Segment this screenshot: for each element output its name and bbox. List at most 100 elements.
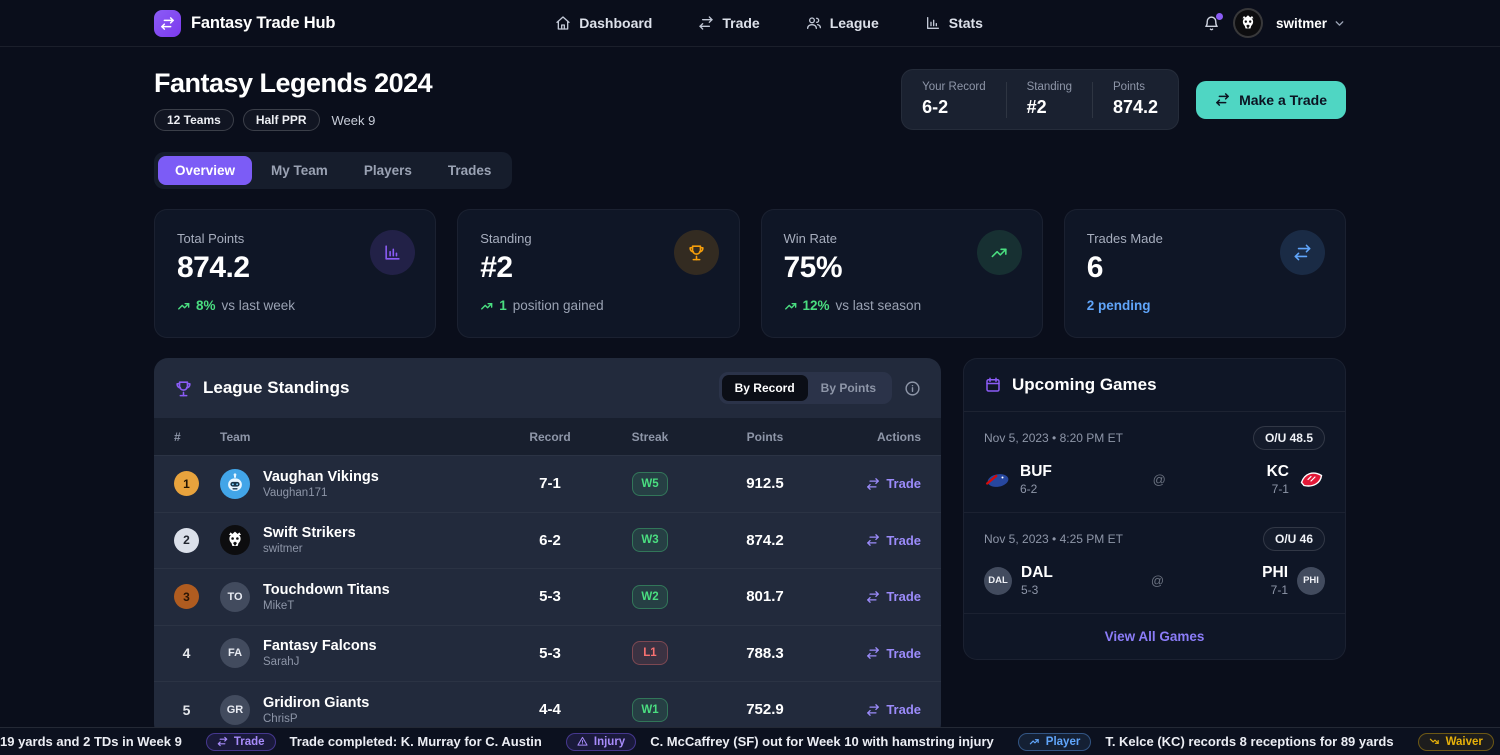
over-under-badge: O/U 48.5 bbox=[1253, 426, 1325, 450]
tab-trades[interactable]: Trades bbox=[431, 156, 509, 185]
bar-chart-icon bbox=[925, 15, 941, 31]
standings-table-header: # Team Record Streak Points Actions bbox=[154, 418, 941, 455]
users-icon bbox=[806, 15, 822, 31]
trend-up-icon bbox=[977, 230, 1022, 275]
avatar bbox=[220, 525, 250, 555]
streak-badge: W5 bbox=[632, 472, 668, 496]
app-logo-swap-icon bbox=[154, 10, 181, 37]
nav-item-trade[interactable]: Trade bbox=[698, 15, 759, 31]
team-record: 5-3 bbox=[1021, 583, 1053, 597]
tab-players[interactable]: Players bbox=[347, 156, 429, 185]
trend-up-icon bbox=[1029, 736, 1040, 747]
bar-chart-icon bbox=[370, 230, 415, 275]
rank-badge: 1 bbox=[174, 471, 199, 496]
standing-stat: Standing #2 bbox=[1027, 81, 1072, 118]
record-value: 7-1 bbox=[500, 475, 600, 492]
stat-card-trades-made: Trades Made 6 2 pending bbox=[1064, 209, 1346, 338]
stat-card-win-rate: Win Rate 75% 12% vs last season bbox=[761, 209, 1043, 338]
notifications-bell-icon[interactable] bbox=[1203, 15, 1220, 32]
ticker-item: Trade Trade completed: K. Murray for C. … bbox=[206, 733, 542, 751]
page-title: Fantasy Legends 2024 bbox=[154, 68, 432, 99]
team-name: Vaughan Vikings bbox=[263, 469, 379, 485]
trade-row-button[interactable]: Trade bbox=[866, 476, 921, 491]
news-ticker[interactable]: 19 yards and 2 TDs in Week 9 Trade Trade… bbox=[0, 727, 1500, 755]
record-stat: Your Record 6-2 bbox=[922, 81, 986, 118]
trade-row-button[interactable]: Trade bbox=[866, 533, 921, 548]
sort-by-points-button[interactable]: By Points bbox=[808, 375, 889, 401]
brand[interactable]: Fantasy Trade Hub bbox=[154, 10, 335, 37]
nav-item-league[interactable]: League bbox=[806, 15, 879, 31]
swap-icon bbox=[866, 646, 880, 660]
waiver-badge: Waiver bbox=[1418, 733, 1494, 751]
trade-row-button[interactable]: Trade bbox=[866, 589, 921, 604]
user-avatar[interactable] bbox=[1233, 8, 1263, 38]
trade-badge: Trade bbox=[206, 733, 276, 751]
trade-row-button[interactable]: Trade bbox=[866, 646, 921, 661]
trend-up-icon bbox=[177, 299, 191, 313]
team-name: Gridiron Giants bbox=[263, 695, 369, 711]
streak-badge: W2 bbox=[632, 585, 668, 609]
team-owner: Vaughan171 bbox=[263, 487, 379, 499]
team-abbr: PHI bbox=[1262, 564, 1288, 582]
game-item: Nov 5, 2023 • 8:20 PM ET O/U 48.5 BUF 6-… bbox=[964, 412, 1345, 513]
info-icon[interactable] bbox=[904, 380, 921, 397]
record-value: 5-3 bbox=[500, 588, 600, 605]
record-value: 5-3 bbox=[500, 645, 600, 662]
swap-icon bbox=[866, 590, 880, 604]
at-separator: @ bbox=[1151, 573, 1164, 588]
nav-item-label: Stats bbox=[949, 15, 983, 31]
upcoming-games-panel: Upcoming Games Nov 5, 2023 • 8:20 PM ET … bbox=[963, 358, 1346, 660]
streak-badge: W1 bbox=[632, 698, 668, 722]
chevron-down-icon bbox=[1333, 17, 1346, 30]
team-name: Swift Strikers bbox=[263, 525, 356, 541]
ticker-item: Waiver D. Hopkins claimed off waivers bbox=[1418, 733, 1500, 751]
rank-badge: 3 bbox=[174, 584, 199, 609]
bills-logo-icon bbox=[984, 466, 1011, 493]
avatar: TO bbox=[220, 582, 250, 612]
ticker-item: Injury C. McCaffrey (SF) out for Week 10… bbox=[566, 733, 994, 751]
avatar: FA bbox=[220, 638, 250, 668]
trade-row-button[interactable]: Trade bbox=[866, 702, 921, 717]
team-record: 6-2 bbox=[1020, 482, 1052, 496]
away-team: BUF 6-2 bbox=[984, 463, 1052, 496]
home-icon bbox=[555, 15, 571, 31]
sort-by-record-button[interactable]: By Record bbox=[722, 375, 808, 401]
game-item: Nov 5, 2023 • 4:25 PM ET O/U 46 DAL DAL … bbox=[964, 513, 1345, 614]
rank-badge: 2 bbox=[174, 528, 199, 553]
eagles-logo: PHI bbox=[1297, 567, 1325, 595]
swap-icon bbox=[866, 533, 880, 547]
swap-icon bbox=[1215, 92, 1230, 107]
standings-title: League Standings bbox=[203, 378, 349, 398]
view-all-games-link[interactable]: View All Games bbox=[964, 614, 1345, 659]
trend-down-icon bbox=[1429, 736, 1440, 747]
teams-count-badge: 12 Teams bbox=[154, 109, 234, 131]
points-value: 752.9 bbox=[700, 701, 830, 718]
user-menu[interactable]: switmer bbox=[1276, 16, 1346, 31]
team-owner: SarahJ bbox=[263, 656, 377, 668]
make-a-trade-button[interactable]: Make a Trade bbox=[1196, 81, 1346, 119]
my-record-summary: Your Record 6-2 Standing #2 Points 874.2 bbox=[901, 69, 1179, 130]
rank-badge: 4 bbox=[174, 641, 199, 666]
tab-overview[interactable]: Overview bbox=[158, 156, 252, 185]
nav-item-label: Trade bbox=[722, 15, 759, 31]
team-abbr: KC bbox=[1267, 463, 1289, 481]
stat-card-total-points: Total Points 874.2 8% vs last week bbox=[154, 209, 436, 338]
tab-my-team[interactable]: My Team bbox=[254, 156, 345, 185]
points-stat: Points 874.2 bbox=[1113, 81, 1158, 118]
stat-card-standing: Standing #2 1 position gained bbox=[457, 209, 739, 338]
ticker-item: Player T. Kelce (KC) records 8 reception… bbox=[1018, 733, 1394, 751]
team-abbr: DAL bbox=[1021, 564, 1053, 582]
avatar: GR bbox=[220, 695, 250, 725]
games-title: Upcoming Games bbox=[1012, 375, 1157, 395]
streak-badge: L1 bbox=[632, 641, 668, 665]
team-name: Fantasy Falcons bbox=[263, 638, 377, 654]
chiefs-logo-icon bbox=[1298, 466, 1325, 493]
injury-badge: Injury bbox=[566, 733, 636, 751]
nav-item-stats[interactable]: Stats bbox=[925, 15, 983, 31]
divider bbox=[1006, 82, 1007, 118]
top-nav: Fantasy Trade Hub Dashboard Trade League bbox=[0, 0, 1500, 47]
record-value: 4-4 bbox=[500, 701, 600, 718]
league-standings-panel: League Standings By Record By Points # T… bbox=[154, 358, 941, 738]
nav-item-dashboard[interactable]: Dashboard bbox=[555, 15, 652, 31]
points-value: 874.2 bbox=[700, 532, 830, 549]
